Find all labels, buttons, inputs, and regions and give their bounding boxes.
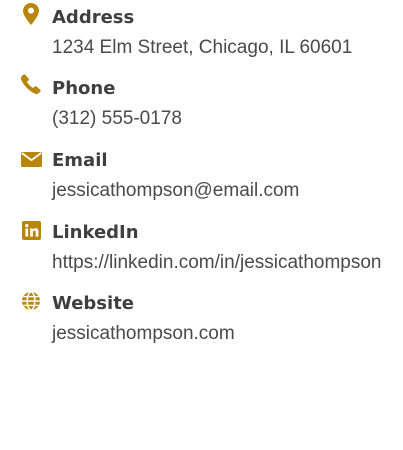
phone-value: (312) 555-0178 bbox=[52, 108, 182, 129]
website-value[interactable]: jessicathompson.com bbox=[52, 319, 390, 348]
map-pin-icon bbox=[20, 3, 42, 25]
linkedin-value[interactable]: https://linkedin.com/in/jessicathompson bbox=[52, 248, 390, 277]
contact-item-website: Website jessicathompson.com bbox=[20, 290, 390, 348]
linkedin-icon bbox=[20, 219, 42, 241]
globe-icon bbox=[20, 290, 42, 312]
email-value: jessicathompson@email.com bbox=[52, 180, 300, 201]
email-label: Email bbox=[52, 150, 108, 171]
contact-item-linkedin: LinkedIn https://linkedin.com/in/jessica… bbox=[20, 219, 390, 277]
linkedin-label: LinkedIn bbox=[52, 222, 139, 243]
address-value: 1234 Elm Street, Chicago, IL 60601 bbox=[52, 37, 353, 58]
envelope-icon bbox=[20, 148, 42, 170]
contact-list: Address 1234 Elm Street, Chicago, IL 606… bbox=[20, 0, 390, 348]
contact-item-email: Email jessicathompson@email.com bbox=[20, 149, 390, 205]
phone-icon bbox=[20, 73, 42, 95]
website-label: Website bbox=[52, 293, 135, 314]
contact-item-phone: Phone (312) 555-0178 bbox=[20, 74, 390, 133]
address-label: Address bbox=[52, 7, 135, 28]
phone-label: Phone bbox=[52, 78, 116, 99]
contact-item-address: Address 1234 Elm Street, Chicago, IL 606… bbox=[20, 3, 390, 62]
